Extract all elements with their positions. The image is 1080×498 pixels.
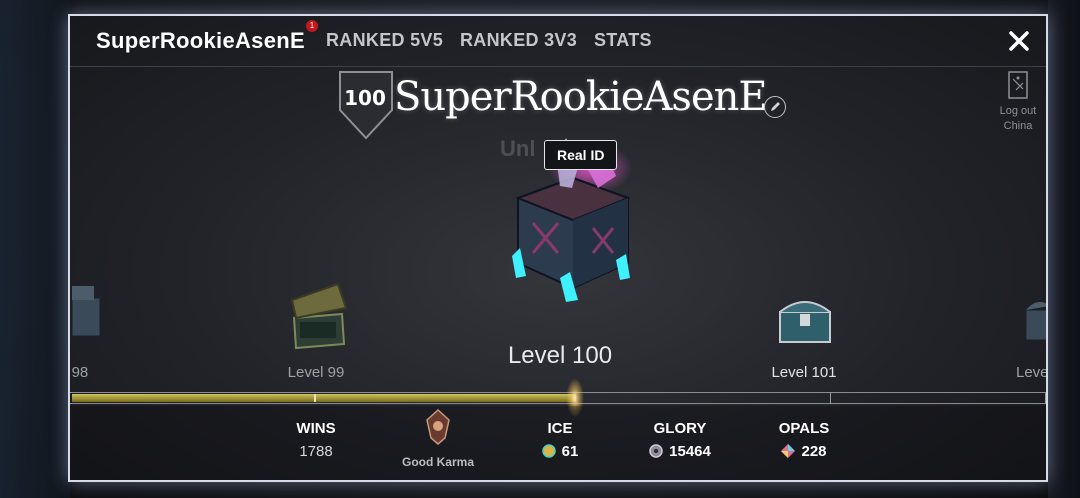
logout-label: Log out	[999, 105, 1037, 117]
wins-value: 1788	[299, 443, 333, 460]
background-right	[1048, 0, 1080, 498]
close-button[interactable]	[1004, 26, 1034, 56]
karma-label: Good Karma	[401, 455, 474, 469]
player-name: SuperRookieAsenE	[394, 74, 768, 120]
opals-label: OPALS	[778, 420, 830, 437]
background-left	[0, 0, 70, 498]
level-101-chest-icon	[779, 301, 831, 343]
glory-stat: GLORY 15464	[620, 420, 740, 460]
profile-panel: SuperRookieAsenE 1 RANKED 5V5 RANKED 3V3…	[68, 14, 1048, 482]
player-level: 100	[344, 86, 386, 110]
level-101-label: Level 101	[771, 364, 837, 381]
level-98-label: el 98	[70, 364, 89, 381]
level-98-chest-icon	[72, 286, 101, 337]
logout-icon	[1008, 71, 1028, 99]
ice-coin-icon	[541, 444, 556, 458]
close-icon	[1009, 31, 1029, 51]
level-99-chest-icon	[290, 282, 348, 350]
ice-label: ICE	[547, 420, 573, 437]
tab-profile[interactable]: SuperRookieAsenE	[96, 28, 305, 54]
ice-stat: ICE 61	[500, 420, 620, 460]
edit-name-button[interactable]	[764, 96, 786, 118]
logout-region: China	[1003, 120, 1033, 132]
ice-value: 61	[561, 443, 579, 460]
glory-label: GLORY	[653, 420, 707, 437]
progress-divider	[1045, 392, 1046, 404]
level-102-chest-icon	[1025, 301, 1046, 341]
glory-coin-icon	[649, 444, 663, 458]
real-id-tooltip[interactable]: Real ID	[544, 140, 618, 170]
level-99-label: Level 99	[287, 364, 345, 381]
karma-stat: Good Karma	[394, 408, 482, 469]
level-progress-fill	[72, 394, 576, 402]
progress-divider	[830, 392, 831, 404]
opal-gem-icon	[781, 444, 796, 458]
opals-stat: OPALS 228	[744, 420, 864, 460]
karma-icon	[426, 408, 450, 445]
progress-tick	[314, 394, 316, 402]
wins-label: WINS	[296, 420, 336, 437]
logout-button[interactable]: Log out China	[992, 70, 1044, 134]
tab-stats[interactable]: STATS	[594, 30, 652, 51]
opals-value: 228	[801, 443, 827, 460]
tab-ranked-3v3[interactable]: RANKED 3V3	[460, 30, 577, 51]
current-level-label: Level 100	[507, 342, 613, 369]
wins-stat: WINS 1788	[256, 420, 376, 460]
notification-badge: 1	[306, 20, 318, 32]
tab-bar: SuperRookieAsenE 1 RANKED 5V5 RANKED 3V3…	[70, 16, 1046, 67]
level-102-label: Leve	[1016, 364, 1048, 381]
pencil-icon	[771, 102, 780, 111]
glory-value: 15464	[669, 443, 711, 460]
tab-ranked-5v5[interactable]: RANKED 5V5	[326, 30, 443, 51]
